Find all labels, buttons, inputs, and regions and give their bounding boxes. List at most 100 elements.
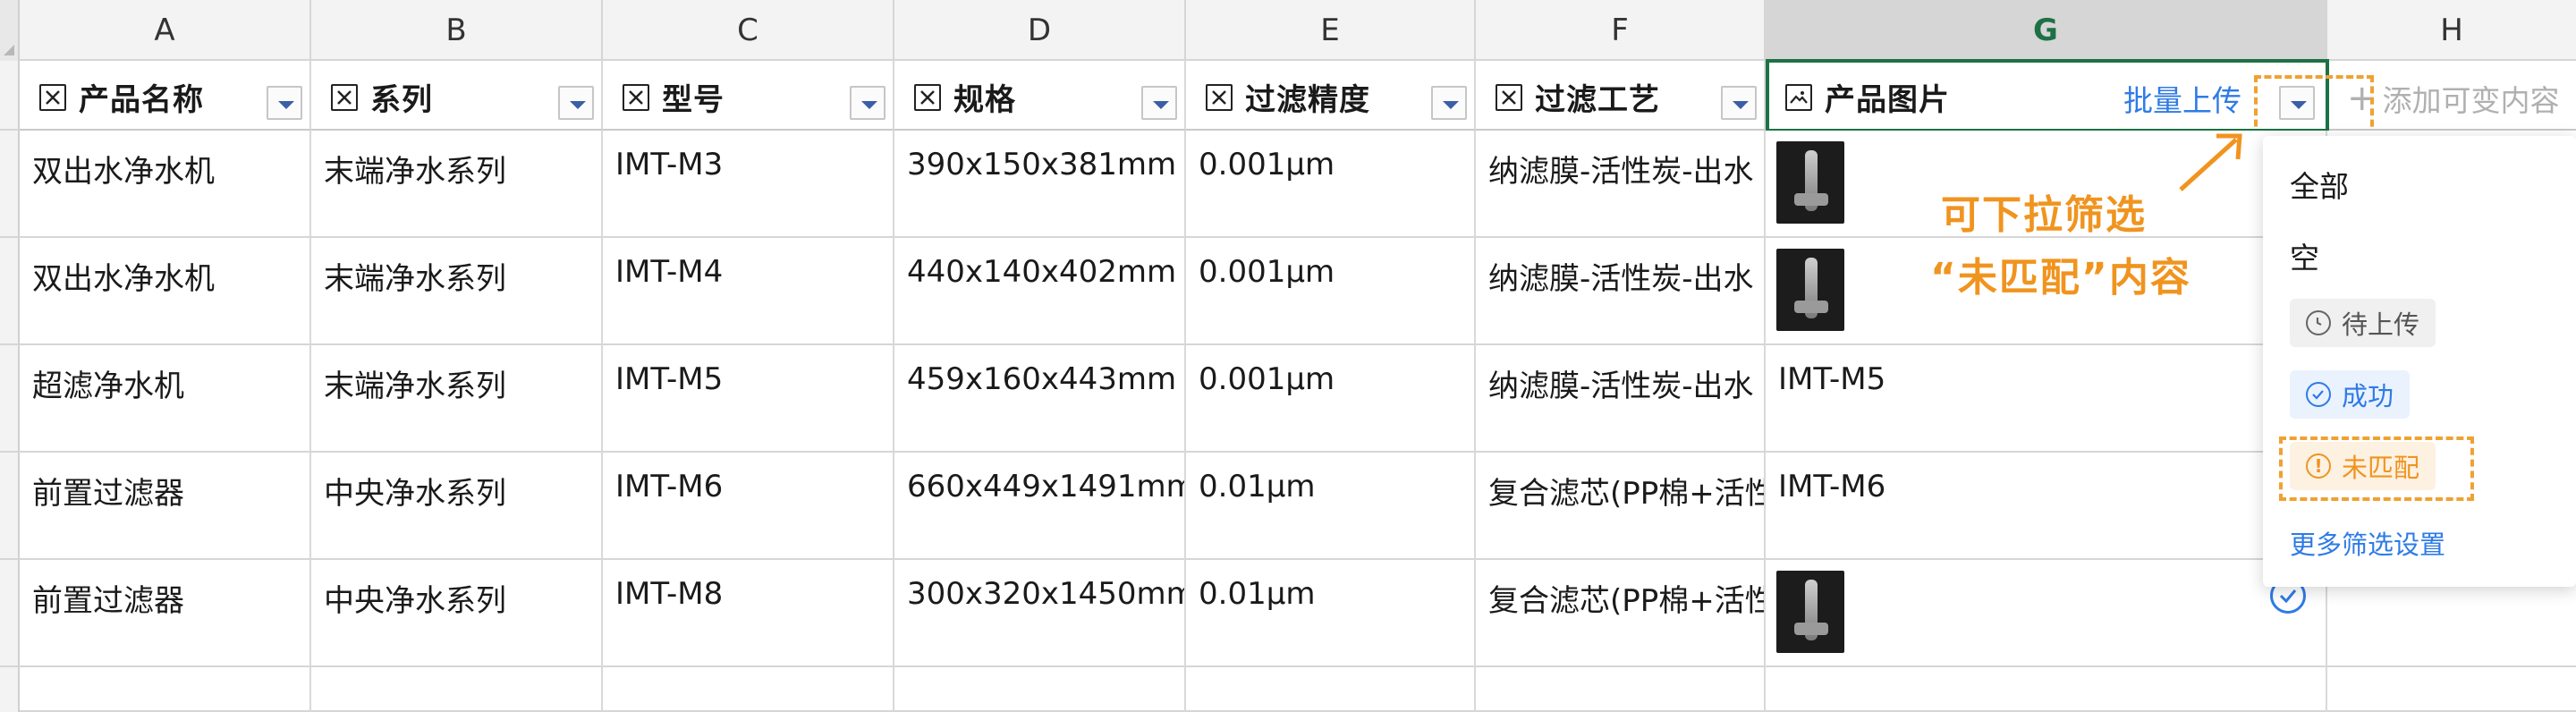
- filter-dropdown-button[interactable]: [1431, 86, 1467, 120]
- select-all-corner[interactable]: [0, 0, 20, 61]
- precision-cell[interactable]: 0.001μm: [1186, 131, 1476, 238]
- filter-dropdown-button[interactable]: [1721, 86, 1757, 120]
- row-header-2[interactable]: [0, 131, 20, 238]
- series-cell[interactable]: 中央净水系列: [311, 560, 603, 667]
- model-cell[interactable]: IMT-M3: [603, 131, 894, 238]
- row-header-7[interactable]: [0, 667, 20, 712]
- series-cell[interactable]: 末端净水系列: [311, 131, 603, 238]
- cell-text: 300x320x1450mm: [907, 576, 1186, 612]
- cell-text: IMT-M5: [615, 361, 724, 397]
- batch-upload-link[interactable]: 批量上传: [2123, 77, 2241, 120]
- spec-cell[interactable]: 300x320x1450mm: [894, 560, 1186, 667]
- precision-cell[interactable]: 0.01μm: [1186, 560, 1476, 667]
- cell-text: 纳滤膜-活性炭-出水: [1488, 261, 1754, 297]
- spec-cell[interactable]: [894, 667, 1186, 712]
- product-name-cell[interactable]: 前置过滤器: [20, 453, 311, 560]
- product-name-cell[interactable]: 双出水净水机: [20, 131, 311, 238]
- cell-text: 前置过滤器: [32, 583, 184, 619]
- product-thumbnail-image[interactable]: [1776, 141, 1844, 224]
- header-cell-series[interactable]: 系列: [311, 61, 603, 131]
- header-cell-model[interactable]: 型号: [603, 61, 894, 131]
- header-cell-process[interactable]: 过滤工艺: [1476, 61, 1766, 131]
- filter-dropdown-button[interactable]: [1141, 86, 1177, 120]
- filter-option-unmatched[interactable]: ! 未匹配: [2290, 442, 2436, 490]
- filter-option-label: 未匹配: [2342, 453, 2420, 483]
- cell-text: 末端净水系列: [324, 369, 506, 404]
- more-filter-settings-link[interactable]: 更多筛选设置: [2290, 524, 2445, 562]
- product-thumbnail-image[interactable]: [1776, 249, 1844, 331]
- series-cell[interactable]: 末端净水系列: [311, 238, 603, 345]
- column-letter-e[interactable]: E: [1186, 0, 1476, 61]
- series-cell[interactable]: 中央净水系列: [311, 453, 603, 560]
- spec-cell[interactable]: 459x160x443mm: [894, 345, 1186, 453]
- column-letter-b[interactable]: B: [311, 0, 603, 61]
- column-letter-g[interactable]: G: [1766, 0, 2327, 61]
- row-header-5[interactable]: [0, 453, 20, 560]
- filter-option-all[interactable]: 全部: [2290, 163, 2349, 206]
- product-thumbnail-image[interactable]: [1776, 571, 1844, 653]
- text-field-icon: [331, 83, 358, 111]
- filter-dropdown-button[interactable]: [267, 86, 302, 120]
- model-cell[interactable]: IMT-M4: [603, 238, 894, 345]
- h-column-cell[interactable]: [2327, 667, 2576, 712]
- process-cell[interactable]: 纳滤膜-活性炭-出水: [1476, 131, 1766, 238]
- product-image-cell[interactable]: IMT-M5: [1766, 345, 2327, 453]
- text-field-icon: [1206, 83, 1233, 111]
- spec-cell[interactable]: 390x150x381mm: [894, 131, 1186, 238]
- model-cell[interactable]: IMT-M5: [603, 345, 894, 453]
- row-header-1[interactable]: [0, 61, 20, 131]
- filter-dropdown-menu: 全部 空 待上传 成功 ! 未匹配 更多筛选设置: [2263, 136, 2576, 587]
- cell-text: 复合滤芯(PP棉+活性炭): [1488, 476, 1764, 512]
- filter-dropdown-button[interactable]: [558, 86, 594, 120]
- filter-option-empty[interactable]: 空: [2290, 234, 2319, 277]
- series-cell[interactable]: [311, 667, 603, 712]
- product-name-cell[interactable]: 超滤净水机: [20, 345, 311, 453]
- row-header-6[interactable]: [0, 560, 20, 667]
- precision-cell[interactable]: 0.001μm: [1186, 345, 1476, 453]
- process-cell[interactable]: 复合滤芯(PP棉+活性炭): [1476, 453, 1766, 560]
- model-cell[interactable]: [603, 667, 894, 712]
- product-image-cell[interactable]: [1766, 560, 2327, 667]
- row-header-4[interactable]: [0, 345, 20, 453]
- filter-option-pending[interactable]: 待上传: [2290, 299, 2436, 347]
- product-image-cell[interactable]: IMT-M6: [1766, 453, 2327, 560]
- process-cell[interactable]: 纳滤膜-活性炭-出水: [1476, 238, 1766, 345]
- header-cell-product-image[interactable]: 产品图片 批量上传: [1766, 61, 2327, 131]
- plus-icon[interactable]: +: [2347, 78, 2377, 119]
- model-cell[interactable]: IMT-M8: [603, 560, 894, 667]
- precision-cell[interactable]: 0.001μm: [1186, 238, 1476, 345]
- series-cell[interactable]: 末端净水系列: [311, 345, 603, 453]
- process-cell[interactable]: [1476, 667, 1766, 712]
- product-name-cell[interactable]: 前置过滤器: [20, 560, 311, 667]
- header-cell-spec[interactable]: 规格: [894, 61, 1186, 131]
- header-cell-product-name[interactable]: 产品名称: [20, 61, 311, 131]
- product-name-cell[interactable]: 双出水净水机: [20, 238, 311, 345]
- precision-cell[interactable]: [1186, 667, 1476, 712]
- column-letter-d[interactable]: D: [894, 0, 1186, 61]
- cell-text: 459x160x443mm: [907, 361, 1177, 397]
- precision-cell[interactable]: 0.01μm: [1186, 453, 1476, 560]
- filter-option-label: 待上传: [2342, 309, 2420, 340]
- column-letter-f[interactable]: F: [1476, 0, 1766, 61]
- filter-option-success[interactable]: 成功: [2290, 370, 2411, 419]
- spec-cell[interactable]: 440x140x402mm: [894, 238, 1186, 345]
- filter-dropdown-button[interactable]: [850, 86, 886, 120]
- add-variable-link[interactable]: 添加可变内容: [2383, 77, 2560, 120]
- cell-text: 双出水净水机: [32, 261, 215, 297]
- product-image-cell[interactable]: [1766, 667, 2327, 712]
- cell-text: 纳滤膜-活性炭-出水: [1488, 369, 1754, 404]
- process-cell[interactable]: 复合滤芯(PP棉+活性炭): [1476, 560, 1766, 667]
- column-letter-c[interactable]: C: [603, 0, 894, 61]
- row-header-3[interactable]: [0, 238, 20, 345]
- process-cell[interactable]: 纳滤膜-活性炭-出水: [1476, 345, 1766, 453]
- spec-cell[interactable]: 660x449x1491mm: [894, 453, 1186, 560]
- cell-text: 440x140x402mm: [907, 254, 1177, 290]
- product-name-cell[interactable]: [20, 667, 311, 712]
- column-letter-a[interactable]: A: [20, 0, 311, 61]
- image-filter-dropdown-button[interactable]: [2279, 86, 2315, 120]
- model-cell[interactable]: IMT-M6: [603, 453, 894, 560]
- cell-text: 末端净水系列: [324, 154, 506, 190]
- header-cell-precision[interactable]: 过滤精度: [1186, 61, 1476, 131]
- annotation-line-2: “未匹配”内容: [1930, 255, 2191, 301]
- column-letter-h[interactable]: H: [2327, 0, 2576, 61]
